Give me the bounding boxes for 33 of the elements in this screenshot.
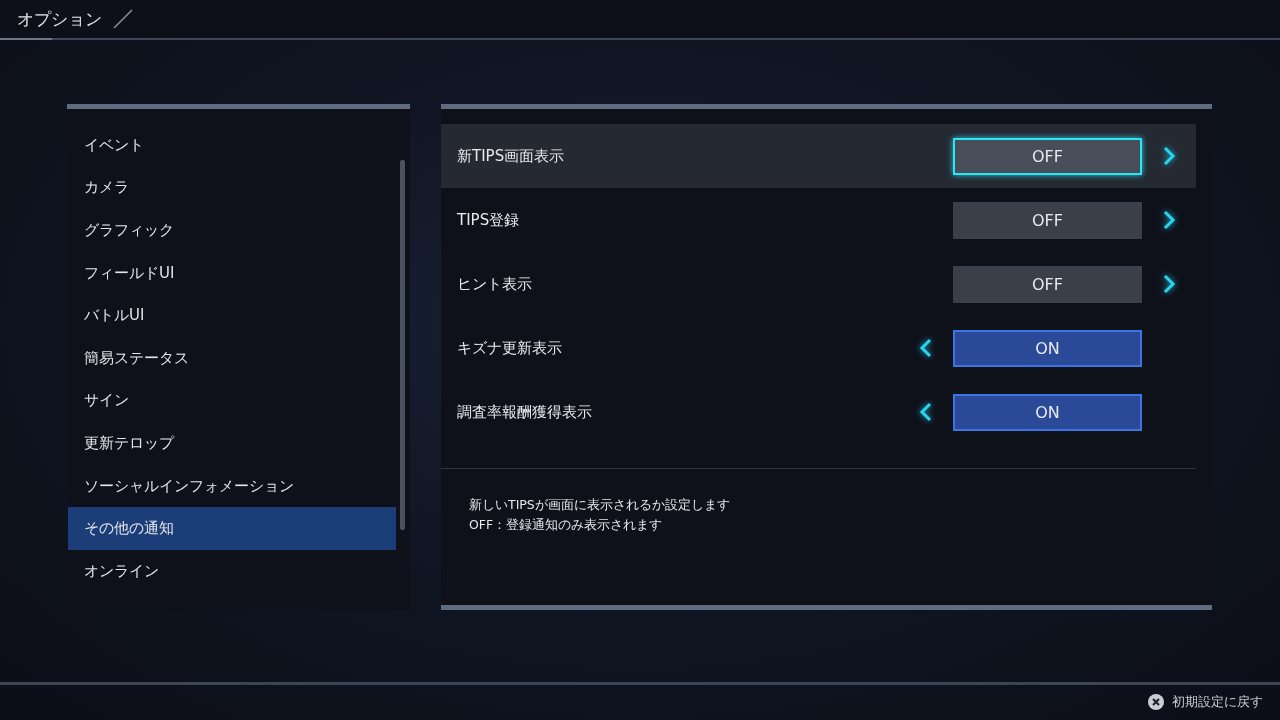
category-item[interactable]: グラフィック [68, 209, 396, 252]
toggle-value[interactable]: ON [953, 393, 1142, 431]
description-text: OFF：登録通知のみ表示されます [469, 516, 664, 534]
category-item[interactable]: 簡易ステータス [68, 336, 396, 380]
category-item[interactable]: バトルUI [68, 294, 396, 337]
category-item[interactable]: サイン [68, 379, 396, 423]
setting-row[interactable]: 新TIPS画面表示 OFF [441, 124, 1196, 188]
category-item[interactable]: イベント [68, 124, 396, 167]
toggle-value[interactable]: OFF [953, 137, 1142, 175]
toggle-value[interactable]: ON [953, 329, 1142, 367]
setting-row[interactable]: キズナ更新表示 ON [441, 316, 1196, 380]
setting-label: ヒント表示 [457, 274, 532, 294]
setting-row[interactable]: 調査率報酬獲得表示 ON [441, 380, 1196, 444]
cross-button-icon [1148, 694, 1164, 710]
setting-label: 新TIPS画面表示 [457, 146, 565, 166]
toggle-value[interactable]: OFF [953, 201, 1142, 239]
setting-label: TIPS登録 [457, 210, 520, 230]
category-item[interactable]: 更新テロップ [68, 422, 396, 465]
setting-row[interactable]: TIPS登録 OFF [441, 188, 1196, 252]
screen-title: オプション [17, 7, 102, 31]
setting-label: キズナ更新表示 [457, 338, 562, 358]
slash-decoration [112, 8, 134, 30]
description-text: 新しいTIPSが画面に表示されるか設定します [469, 496, 731, 514]
category-item[interactable]: フィールドUI [68, 251, 396, 295]
setting-row[interactable]: ヒント表示 OFF [441, 252, 1196, 316]
category-item[interactable]: その他の通知 [68, 507, 396, 550]
category-item[interactable]: カメラ [68, 166, 396, 210]
reset-defaults-button[interactable]: 初期設定に戻す [1148, 693, 1263, 711]
toggle-value[interactable]: OFF [953, 265, 1142, 303]
scrollbar-thumb[interactable] [400, 160, 405, 530]
category-item[interactable]: ソーシャルインフォメーション [68, 464, 396, 508]
setting-label: 調査率報酬獲得表示 [457, 402, 592, 422]
category-item[interactable]: オンライン [68, 549, 396, 593]
